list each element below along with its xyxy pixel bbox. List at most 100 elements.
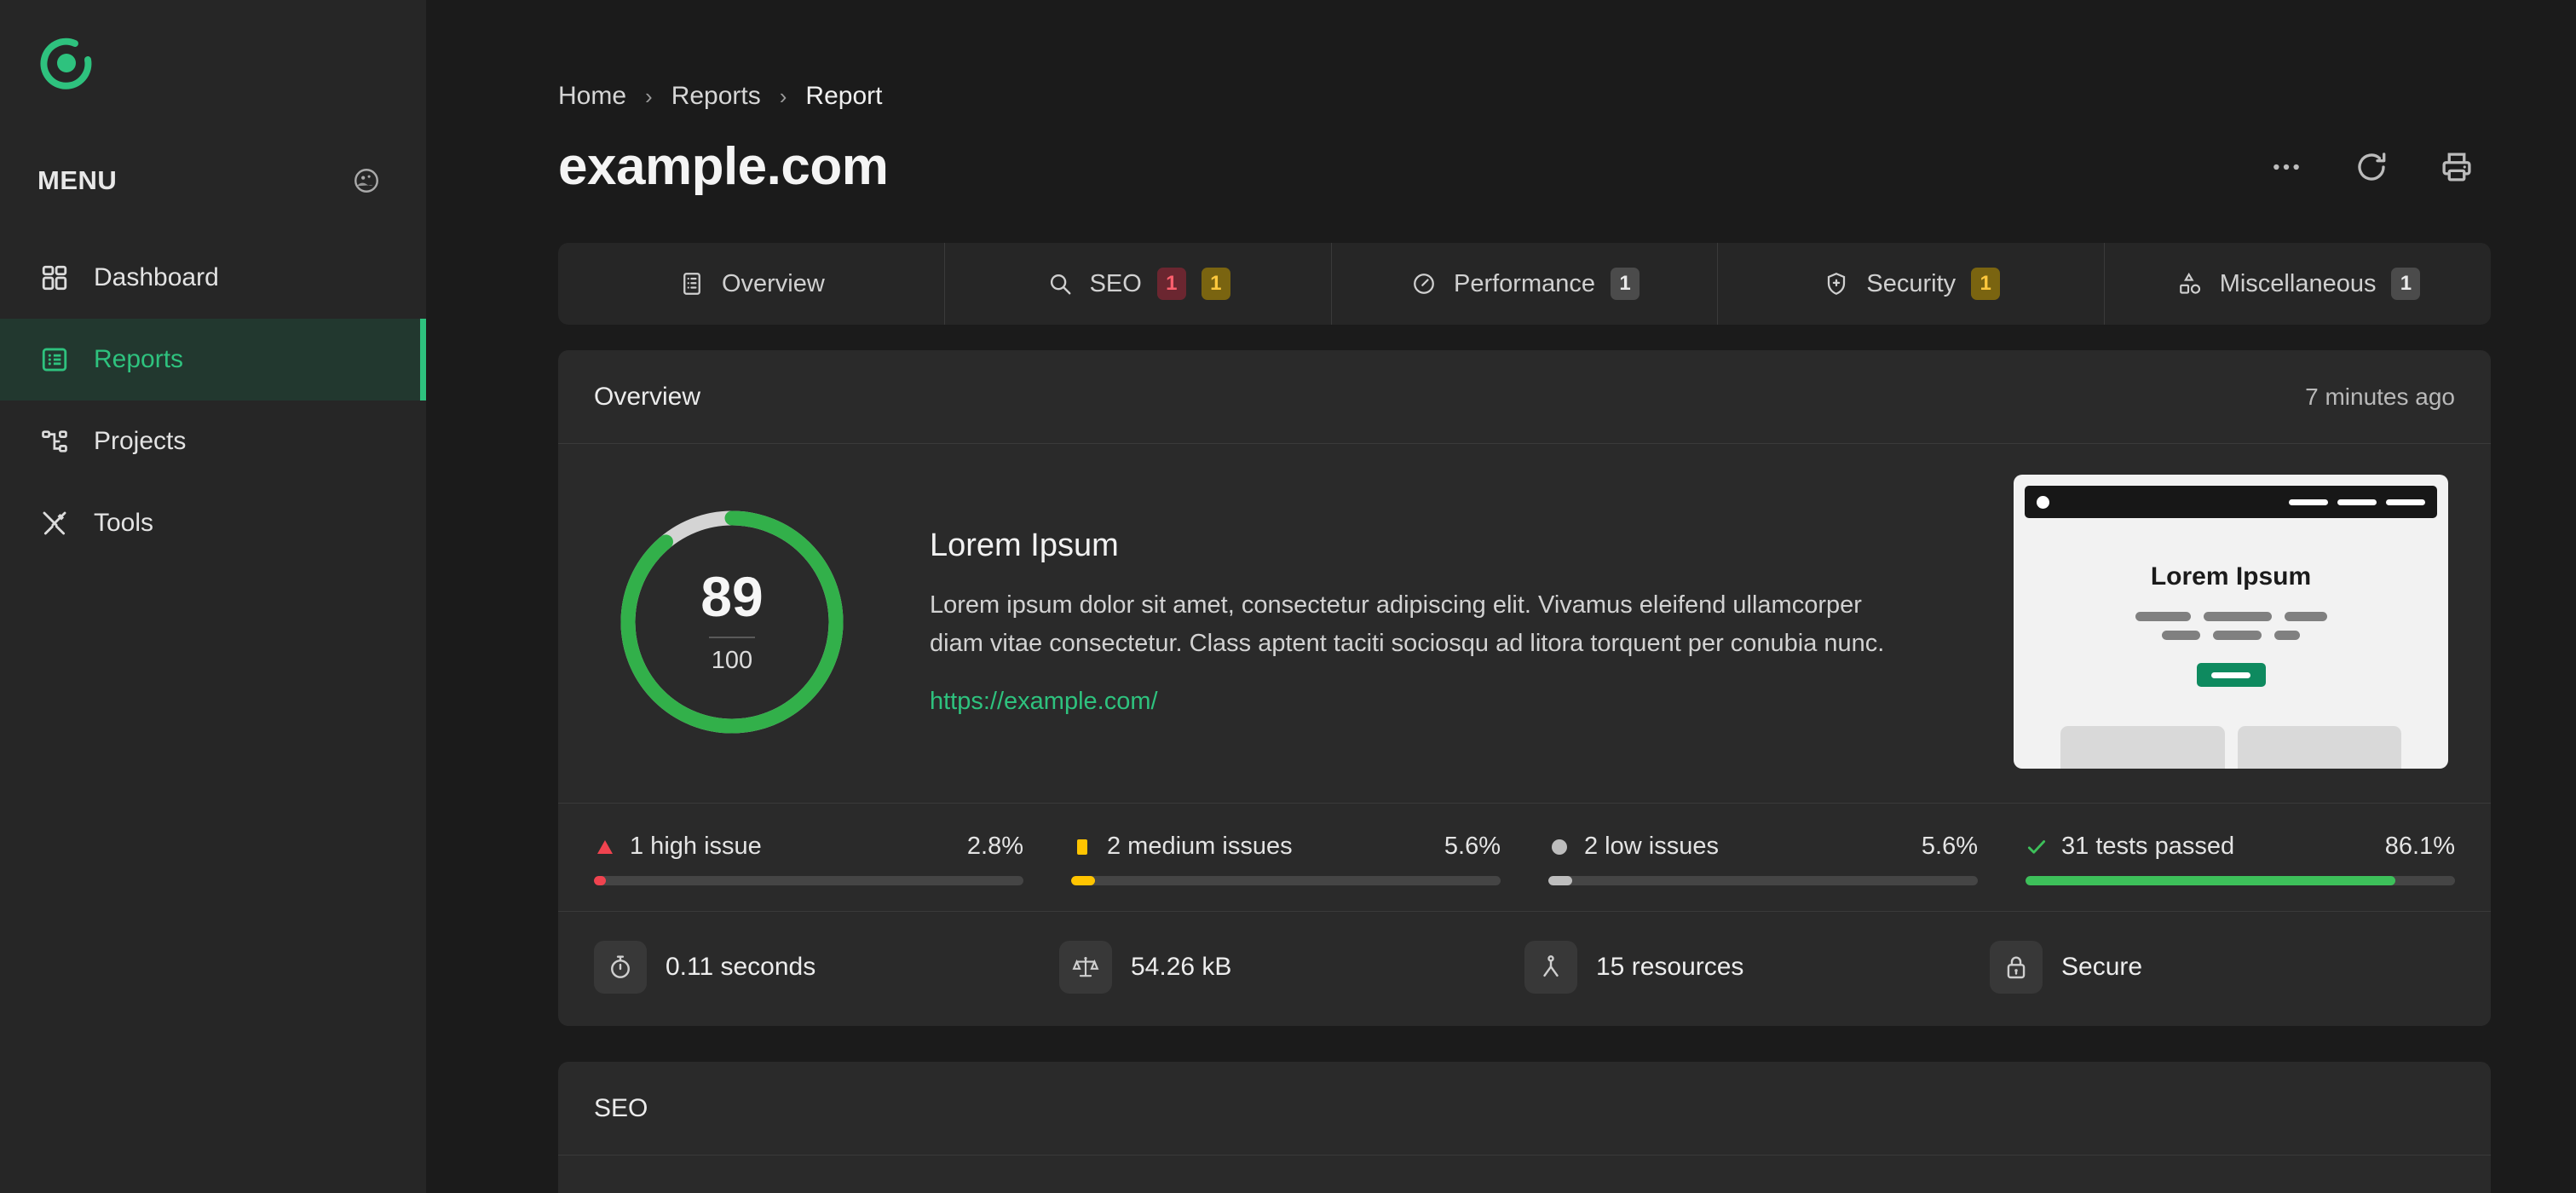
thumbnail-nav-lines bbox=[2289, 499, 2425, 505]
refresh-button[interactable] bbox=[2348, 143, 2395, 191]
stat-progress-track bbox=[594, 876, 1023, 885]
lock-icon bbox=[1990, 941, 2043, 994]
stat-percent: 2.8% bbox=[966, 833, 1023, 860]
sidebar-item-label: Reports bbox=[94, 345, 184, 373]
stat-label: 31 tests passed bbox=[2061, 833, 2235, 860]
tab-label: SEO bbox=[1089, 269, 1142, 297]
tab-label: Overview bbox=[721, 269, 825, 297]
tab-badge-medium: 1 bbox=[1201, 268, 1230, 300]
metric-load-time: 0.11 seconds bbox=[594, 941, 1059, 994]
stat-label: 1 high issue bbox=[630, 833, 762, 860]
stat-tests-passed: 31 tests passed 86.1% bbox=[2026, 833, 2455, 885]
tab-performance[interactable]: Performance 1 bbox=[1330, 243, 1718, 325]
sidebar-item-label: Projects bbox=[94, 427, 187, 455]
gauge-icon bbox=[1409, 269, 1438, 298]
breadcrumb-item-home[interactable]: Home bbox=[558, 82, 626, 111]
score-max: 100 bbox=[711, 647, 753, 674]
grid-dashboard-icon bbox=[37, 261, 72, 295]
stat-progress-track bbox=[2026, 876, 2455, 885]
score-value: 89 bbox=[700, 565, 764, 628]
menu-header: MENU bbox=[0, 157, 426, 205]
tab-label: Security bbox=[1866, 269, 1956, 297]
header-actions bbox=[2262, 143, 2491, 191]
stat-percent: 5.6% bbox=[1444, 833, 1501, 860]
sidebar-item-projects[interactable]: Projects bbox=[0, 401, 426, 482]
resources-tree-icon bbox=[1524, 941, 1577, 994]
stat-label: 2 medium issues bbox=[1107, 833, 1293, 860]
print-button[interactable] bbox=[2433, 143, 2481, 191]
page-header: example.com bbox=[426, 111, 2525, 197]
overview-card-title: Overview bbox=[594, 382, 701, 411]
shield-icon bbox=[1822, 269, 1851, 298]
report-tabs: Overview SEO 1 1 Performance 1 Security … bbox=[558, 243, 2491, 325]
seo-card: SEO bbox=[558, 1062, 2491, 1193]
tab-overview[interactable]: Overview bbox=[558, 243, 944, 325]
tab-security[interactable]: Security 1 bbox=[1717, 243, 2104, 325]
square-medium-icon bbox=[1071, 836, 1093, 858]
tab-badge-count: 1 bbox=[2391, 268, 2421, 300]
thumbnail-heading: Lorem Ipsum bbox=[2150, 562, 2312, 591]
site-description: Lorem ipsum dolor sit amet, consectetur … bbox=[930, 591, 1885, 657]
sitemap-projects-icon bbox=[37, 424, 72, 458]
stat-progress-fill bbox=[1548, 876, 1573, 885]
stat-progress-fill bbox=[1071, 876, 1096, 885]
breadcrumb-item-reports[interactable]: Reports bbox=[671, 82, 761, 111]
sidebar-item-dashboard[interactable]: Dashboard bbox=[0, 237, 426, 319]
stat-medium-issues: 2 medium issues 5.6% bbox=[1071, 833, 1548, 885]
stat-high-issues: 1 high issue 2.8% bbox=[594, 833, 1071, 885]
site-heading: Lorem Ipsum bbox=[930, 527, 1119, 564]
stat-percent: 5.6% bbox=[1921, 833, 1978, 860]
stat-progress-fill bbox=[594, 876, 607, 885]
breadcrumb: Home › Reports › Report bbox=[426, 0, 2525, 111]
tab-badge-count: 1 bbox=[1971, 268, 2001, 300]
shapes-icon bbox=[2175, 269, 2204, 298]
main-content: Home › Reports › Report example.com Over… bbox=[426, 0, 2576, 1193]
menu-label: MENU bbox=[37, 165, 118, 195]
stat-progress-fill bbox=[2026, 876, 2395, 885]
metric-security: Secure bbox=[1990, 941, 2455, 994]
metric-page-weight: 54.26 kB bbox=[1059, 941, 1524, 994]
sidebar-item-tools[interactable]: Tools bbox=[0, 482, 426, 564]
overview-timestamp: 7 minutes ago bbox=[2305, 383, 2455, 410]
stat-progress-track bbox=[1548, 876, 1978, 885]
overview-card: Overview 7 minutes ago 89 100 Lorem Ipsu… bbox=[558, 350, 2491, 1026]
thumbnail-logo-dot-icon bbox=[2037, 495, 2049, 509]
seo-card-title: SEO bbox=[558, 1062, 2491, 1156]
hammer-wrench-tools-icon bbox=[37, 506, 72, 540]
overview-card-header: Overview 7 minutes ago bbox=[558, 350, 2491, 444]
thumbnail-cta-button bbox=[2196, 663, 2266, 687]
thumbnail-browser-bar bbox=[2025, 486, 2437, 518]
sidebar: MENU Dashboard Reports Projects Tools bbox=[0, 0, 426, 1193]
document-list-icon bbox=[677, 269, 706, 298]
score-divider bbox=[709, 637, 755, 638]
metric-resources: 15 resources bbox=[1524, 941, 1990, 994]
app-root: MENU Dashboard Reports Projects Tools Ho… bbox=[0, 0, 2576, 1193]
metric-value: 15 resources bbox=[1596, 953, 1744, 981]
site-url-link[interactable]: https://example.com/ bbox=[930, 688, 1158, 716]
tab-seo[interactable]: SEO 1 1 bbox=[943, 243, 1331, 325]
tab-label: Miscellaneous bbox=[2219, 269, 2377, 297]
tab-miscellaneous[interactable]: Miscellaneous 1 bbox=[2104, 243, 2491, 325]
sidebar-nav: Dashboard Reports Projects Tools bbox=[0, 237, 426, 564]
tab-badge-count: 1 bbox=[1611, 268, 1640, 300]
score-gauge: 89 100 bbox=[613, 503, 851, 741]
page-metrics: 0.11 seconds 54.26 kB 15 resources Secur… bbox=[558, 912, 2491, 1026]
breadcrumb-item-report: Report bbox=[805, 82, 883, 110]
site-thumbnail[interactable]: Lorem Ipsum bbox=[2014, 475, 2448, 769]
site-summary: Lorem Ipsum Lorem ipsum dolor sit amet, … bbox=[885, 527, 1980, 715]
brand-logo[interactable] bbox=[0, 19, 426, 92]
issue-stats: 1 high issue 2.8% 2 medium issues 5.6% 2… bbox=[558, 804, 2491, 912]
stat-label: 2 low issues bbox=[1584, 833, 1719, 860]
chevron-right-icon: › bbox=[779, 83, 787, 109]
sidebar-item-reports[interactable]: Reports bbox=[0, 319, 426, 401]
sidebar-item-label: Dashboard bbox=[94, 263, 219, 291]
stat-percent: 86.1% bbox=[2384, 833, 2455, 860]
thumbnail-text-placeholder bbox=[2014, 612, 2448, 640]
more-options-button[interactable] bbox=[2262, 143, 2310, 191]
chevron-right-icon: › bbox=[645, 83, 653, 109]
stat-progress-track bbox=[1071, 876, 1501, 885]
tab-label: Performance bbox=[1453, 269, 1595, 297]
page-title: example.com bbox=[558, 137, 889, 196]
palette-theme-icon[interactable] bbox=[348, 162, 385, 199]
target-dot-logo-icon bbox=[37, 34, 426, 92]
